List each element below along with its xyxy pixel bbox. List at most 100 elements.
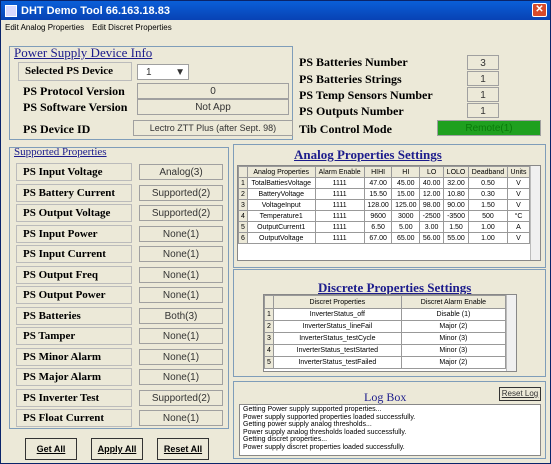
supported-value: None(1)	[139, 369, 223, 385]
logbox-title: Log Box	[364, 390, 407, 404]
analog-cell[interactable]: 1111	[314, 232, 365, 244]
analog-cell[interactable]: 67.00	[363, 232, 393, 244]
ps-batteries-number-value: 3	[467, 55, 499, 70]
analog-cell[interactable]: 3000	[391, 210, 421, 222]
reset-all-button[interactable]: Reset All	[157, 438, 209, 460]
analog-cell[interactable]: 1.00	[467, 221, 509, 233]
analog-cell[interactable]: V	[507, 177, 530, 189]
ps-outputs-value: 1	[467, 103, 499, 118]
table-row[interactable]: 2 InverterStatus_lineFail Major (2)	[264, 320, 507, 333]
analog-cell[interactable]: 32.00	[443, 177, 469, 189]
supported-label: PS Tamper	[16, 327, 132, 345]
analog-cell[interactable]: 125.00	[391, 199, 421, 211]
discrete-cell[interactable]: Minor (3)	[400, 332, 507, 345]
menu-edit-discret[interactable]: Edit Discret Properties	[92, 23, 172, 32]
analog-cell: 4	[238, 210, 248, 222]
analog-cell[interactable]: -2500	[419, 210, 445, 222]
analog-cell[interactable]: 1.00	[467, 232, 509, 244]
discrete-cell: InverterStatus_off	[272, 308, 402, 321]
analog-cell[interactable]: 5.00	[391, 221, 421, 233]
analog-scrollbar[interactable]	[530, 166, 540, 260]
get-all-button[interactable]: Get All	[25, 438, 77, 460]
analog-cell[interactable]: °C	[507, 210, 530, 222]
table-row[interactable]: 6 OutputVoltage 1111 67.00 65.00 56.00 55.00 1.…	[238, 232, 530, 244]
analog-cell[interactable]: 98.00	[419, 199, 445, 211]
discrete-header	[264, 295, 274, 309]
analog-cell[interactable]: 1111	[314, 177, 365, 189]
analog-cell[interactable]: 1.50	[467, 199, 509, 211]
analog-cell[interactable]: 1111	[314, 188, 365, 200]
close-icon[interactable]: ✕	[532, 3, 547, 17]
discrete-scrollbar[interactable]	[506, 295, 516, 371]
analog-cell[interactable]: 1111	[314, 199, 365, 211]
analog-cell[interactable]: 1111	[314, 210, 365, 222]
table-row[interactable]: 1 TotalBattiesVoltage 1111 47.00 45.00 40.00 3…	[238, 177, 530, 189]
supported-value: None(1)	[139, 287, 223, 303]
table-row[interactable]: 5 InverterStatus_testFailed Major (2)	[264, 356, 507, 369]
table-row[interactable]: 3 VoltageInput 1111 128.00 125.00 98.00 90.00 1…	[238, 199, 530, 211]
analog-cell[interactable]: 55.00	[443, 232, 469, 244]
analog-cell[interactable]: V	[507, 188, 530, 200]
analog-cell[interactable]: 56.00	[419, 232, 445, 244]
main-window: DHT Demo Tool 66.163.18.83 ✕ Edit Analog…	[0, 0, 551, 464]
analog-cell[interactable]: 3.00	[419, 221, 445, 233]
analog-cell[interactable]: 90.00	[443, 199, 469, 211]
analog-header: Deadband	[467, 166, 509, 178]
analog-cell[interactable]: V	[507, 232, 530, 244]
ps-outputs-label: PS Outputs Number	[299, 104, 404, 118]
analog-cell[interactable]: A	[507, 221, 530, 233]
discrete-cell[interactable]: Major (2)	[400, 320, 507, 333]
ps-batteries-number-label: PS Batteries Number	[299, 55, 408, 69]
analog-cell[interactable]: 9600	[363, 210, 393, 222]
menu-edit-analog[interactable]: Edit Analog Properties	[5, 23, 84, 32]
analog-cell[interactable]: 128.00	[363, 199, 393, 211]
discrete-cell[interactable]: Minor (3)	[400, 344, 507, 357]
analog-cell[interactable]: 47.00	[363, 177, 393, 189]
discrete-cell[interactable]: Major (2)	[400, 356, 507, 369]
analog-cell[interactable]: 0.50	[467, 177, 509, 189]
discrete-header: Discret Properties	[272, 295, 402, 309]
discrete-table-wrap: Discret Properties Discret Alarm Enable 1 I…	[263, 294, 517, 372]
analog-cell: VoltageInput	[246, 199, 316, 211]
log-text-area[interactable]: Getting Power supply supported propertie…	[239, 404, 541, 456]
analog-cell[interactable]: 15.00	[391, 188, 421, 200]
apply-all-button[interactable]: Apply All	[91, 438, 143, 460]
analog-cell[interactable]: 15.50	[363, 188, 393, 200]
analog-header: LO	[419, 166, 445, 178]
analog-cell[interactable]: 1111	[314, 221, 365, 233]
selected-ps-value: 1	[146, 67, 152, 78]
discrete-cell[interactable]: Disable (1)	[400, 308, 507, 321]
app-icon	[5, 4, 17, 17]
analog-cell[interactable]: 12.00	[419, 188, 445, 200]
analog-header-row: Analog Properties Alarm Enable HIHI HI LO LOL…	[238, 166, 530, 178]
ps-temp-sensors-value: 1	[467, 87, 499, 102]
table-row[interactable]: 3 InverterStatus_testCycle Minor (3)	[264, 332, 507, 345]
analog-cell[interactable]: 1.50	[443, 221, 469, 233]
analog-cell[interactable]: 40.00	[419, 177, 445, 189]
ps-software-label: PS Software Version	[23, 100, 128, 114]
selected-ps-select[interactable]: 1 ▼	[137, 64, 189, 80]
analog-cell[interactable]: 10.80	[443, 188, 469, 200]
analog-cell[interactable]: 500	[467, 210, 509, 222]
analog-cell[interactable]: 45.00	[391, 177, 421, 189]
supported-label: PS Input Voltage	[16, 163, 132, 181]
reset-log-button[interactable]: Reset Log	[499, 387, 541, 401]
tib-control-value: Remote(1)	[437, 120, 541, 136]
analog-cell[interactable]: -3500	[443, 210, 469, 222]
analog-cell: 5	[238, 221, 248, 233]
ps-batteries-strings-label: PS Batteries Strings	[299, 72, 402, 86]
analog-cell[interactable]: 6.50	[363, 221, 393, 233]
analog-cell[interactable]: 0.30	[467, 188, 509, 200]
analog-cell: TotalBattiesVoltage	[246, 177, 316, 189]
table-row[interactable]: 5 OutputCurrent1 1111 6.50 5.00 3.00 1.50 1.00 A	[238, 221, 530, 233]
analog-cell[interactable]: 65.00	[391, 232, 421, 244]
supported-value: None(1)	[139, 410, 223, 426]
log-line: Getting discret properties...	[243, 436, 328, 443]
table-row[interactable]: 4 InverterStatus_testStarted Minor (3)	[264, 344, 507, 357]
table-row[interactable]: 1 InverterStatus_off Disable (1)	[264, 308, 507, 321]
discrete-header: Discret Alarm Enable	[400, 295, 507, 309]
analog-cell[interactable]: V	[507, 199, 530, 211]
table-row[interactable]: 2 BatteryVoltage 1111 15.50 15.00 12.00 10.80 0…	[238, 188, 530, 200]
chevron-down-icon: ▼	[175, 67, 185, 78]
table-row[interactable]: 4 Temperature1 1111 9600 3000 -2500 -3500 500 °C	[238, 210, 530, 222]
